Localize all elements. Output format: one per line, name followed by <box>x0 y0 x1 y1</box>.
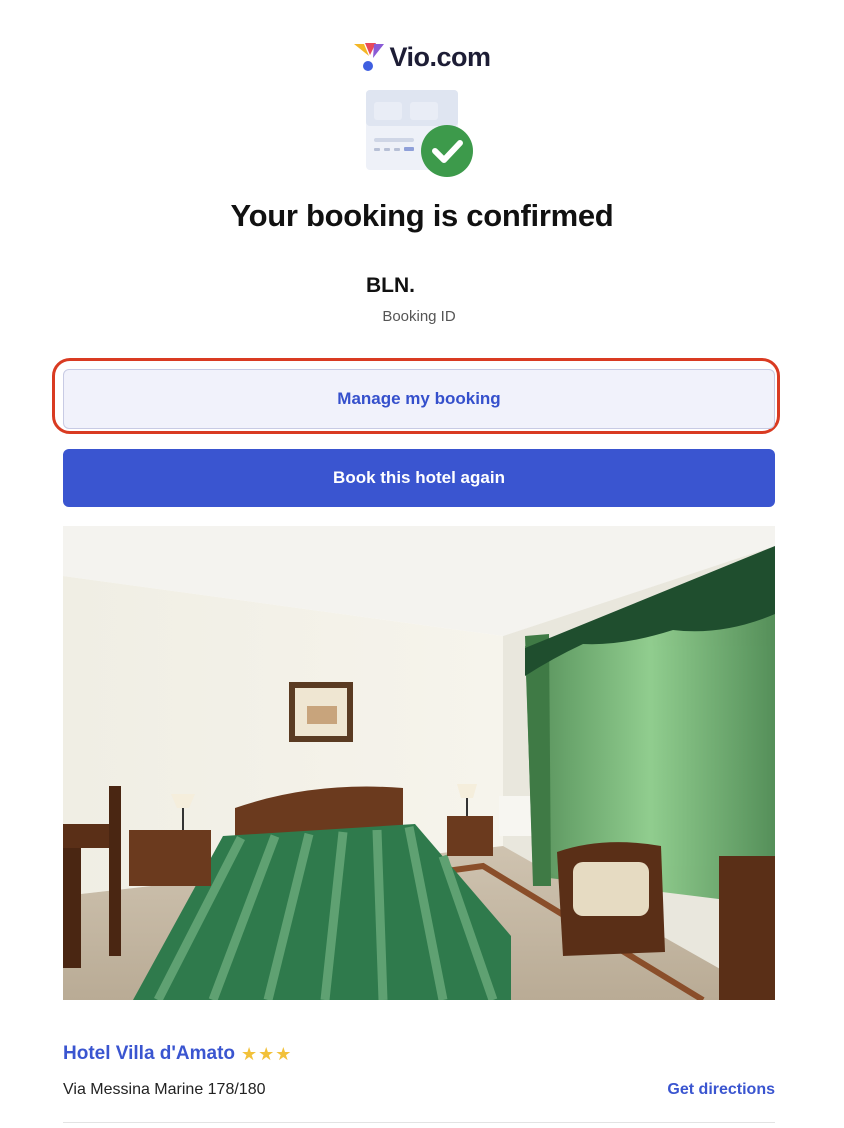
brand-name: Vio.com <box>389 41 491 72</box>
brand-logo: Vio.com <box>0 40 844 74</box>
divider <box>63 1122 775 1123</box>
hotel-title-row: Hotel Villa d'Amato ★★★ <box>63 1043 292 1065</box>
hotel-address: Via Messina Marine 178/180 <box>63 1081 266 1098</box>
get-directions-link[interactable]: Get directions <box>667 1081 775 1099</box>
hotel-room-photo[interactable] <box>63 526 775 1000</box>
booking-confirmed-illustration <box>366 90 473 177</box>
vio-logo-icon <box>354 43 385 71</box>
booking-id-label: Booking ID <box>382 308 456 325</box>
hotel-name-link[interactable]: Hotel Villa d'Amato <box>63 1043 235 1065</box>
page-title: Your booking is confirmed <box>230 198 614 233</box>
manage-booking-button[interactable]: Manage my booking <box>63 369 775 429</box>
booking-id-value: BLN. <box>366 274 415 297</box>
book-again-button[interactable]: Book this hotel again <box>63 449 775 507</box>
check-circle-icon <box>421 125 473 177</box>
star-rating: ★★★ <box>241 1043 293 1064</box>
